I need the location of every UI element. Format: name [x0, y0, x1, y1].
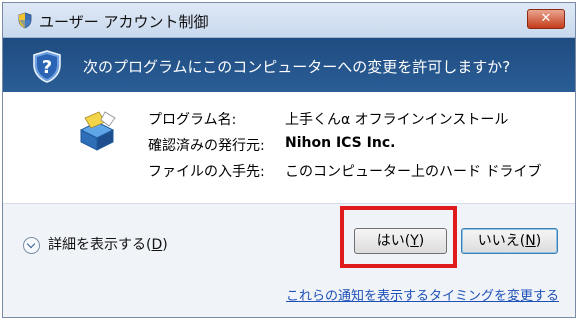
- change-notification-link[interactable]: これらの通知を表示するタイミングを変更する: [286, 285, 559, 304]
- program-name-label: プログラム名:: [148, 112, 237, 128]
- installer-box-icon: [79, 111, 116, 151]
- close-button[interactable]: ✕: [527, 9, 565, 29]
- dialog-footer: 詳細を表示する(D) はい(Y) いいえ(N) これらの通知を表示するタイミング…: [3, 204, 575, 317]
- uac-dialog: ユーザー アカウント制御 ✕ ? 次のプログラムにこのコンピューターへの変更を許…: [2, 2, 576, 318]
- svg-text:?: ?: [42, 57, 52, 78]
- window-title: ユーザー アカウント制御: [39, 13, 209, 31]
- question-banner: ? 次のプログラムにこのコンピューターへの変更を許可しますか?: [3, 38, 575, 92]
- help-shield-icon: ?: [33, 50, 61, 83]
- highlight-box: [340, 206, 457, 268]
- publisher-row: 確認済みの発行元: Nihon ICS Inc.: [148, 135, 395, 155]
- show-details-close: ): [162, 237, 168, 253]
- uac-shield-icon: [18, 12, 32, 29]
- file-origin-value: このコンピューター上のハード ドライブ: [285, 164, 542, 180]
- close-icon: ✕: [540, 11, 552, 26]
- show-details-toggle[interactable]: 詳細を表示する(D): [23, 234, 168, 254]
- no-button[interactable]: いいえ(N): [461, 228, 558, 254]
- program-name-row: プログラム名: 上手くんα オフラインインストール: [148, 109, 508, 129]
- publisher-label: 確認済みの発行元:: [148, 138, 265, 154]
- program-details: プログラム名: 上手くんα オフラインインストール 確認済みの発行元: Niho…: [3, 92, 575, 204]
- no-close: ): [535, 233, 542, 249]
- file-origin-label: ファイルの入手先:: [148, 164, 265, 180]
- question-text: 次のプログラムにこのコンピューターへの変更を許可しますか?: [83, 58, 511, 76]
- program-name-value: 上手くんα オフラインインストール: [285, 112, 509, 128]
- no-accesskey: N: [525, 233, 536, 249]
- show-details-accesskey: D: [151, 237, 163, 253]
- title-bar: ユーザー アカウント制御 ✕: [3, 3, 575, 38]
- publisher-value: Nihon ICS Inc.: [285, 135, 396, 151]
- no-label: いいえ(: [477, 233, 526, 249]
- chevron-down-icon: [23, 236, 40, 254]
- file-origin-row: ファイルの入手先: このコンピューター上のハード ドライブ: [148, 161, 541, 181]
- show-details-label: 詳細を表示する(: [48, 237, 152, 253]
